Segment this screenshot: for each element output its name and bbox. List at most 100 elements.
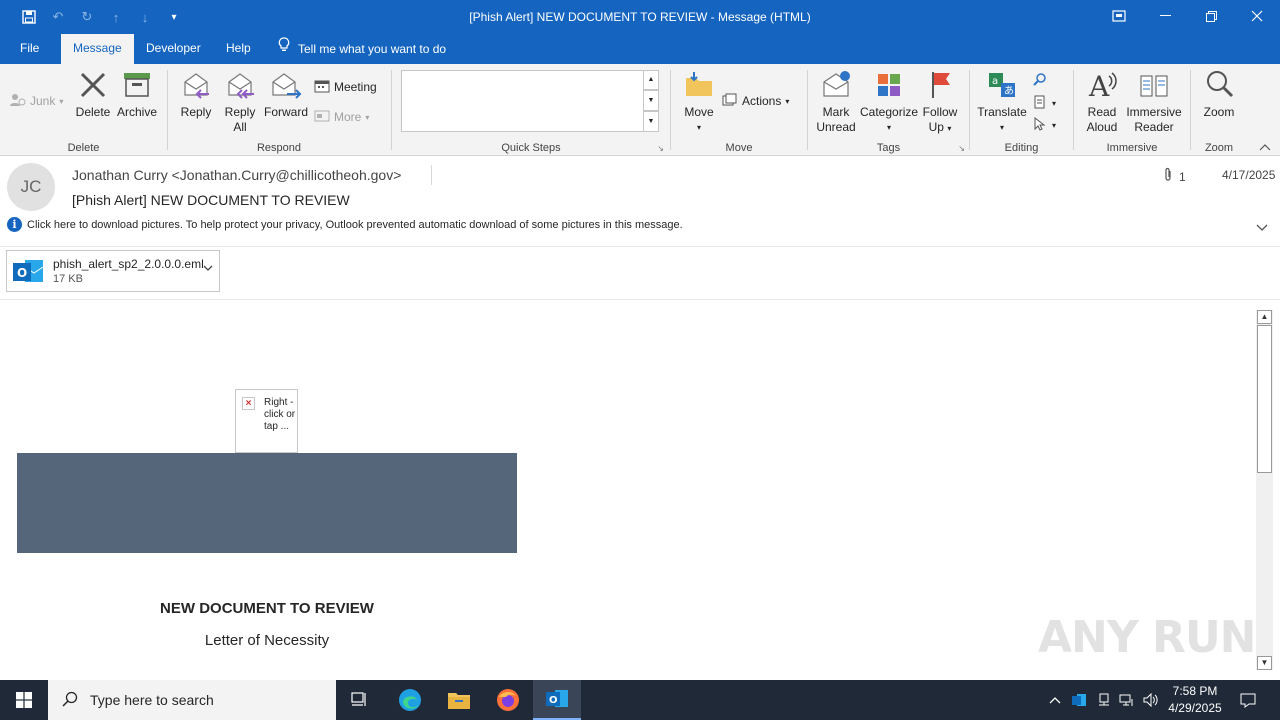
edge-icon[interactable] <box>386 680 434 720</box>
immersive-reader-label-1: Immersive <box>1126 105 1182 119</box>
sender-address[interactable]: Jonathan Curry <Jonathan.Curry@chillicot… <box>72 167 401 183</box>
more-respond-button[interactable]: More ▾ <box>314 106 369 128</box>
message-header: JC Jonathan Curry <Jonathan.Curry@chilli… <box>0 157 1280 247</box>
delete-icon <box>76 68 110 102</box>
actions-button[interactable]: Actions ▾ <box>722 90 789 112</box>
translate-button[interactable]: aあ Translate ▾ <box>976 68 1028 135</box>
blocked-image-placeholder[interactable]: × Right -click or tap ... <box>235 389 298 453</box>
window-title: [Phish Alert] NEW DOCUMENT TO REVIEW - M… <box>469 10 811 24</box>
taskbar-clock[interactable]: 7:58 PM 4/29/2025 <box>1162 683 1228 717</box>
more-label: More <box>334 110 362 124</box>
outlook-taskbar-icon[interactable]: O <box>533 680 581 720</box>
gallery-down-icon[interactable]: ▼ <box>643 90 659 111</box>
categorize-button[interactable]: Categorize ▾ <box>860 68 918 135</box>
group-tags: Mark Unread Categorize ▾ Follow Up ▾ Tag… <box>808 64 969 156</box>
undo-icon[interactable]: ↶ <box>46 6 70 28</box>
reply-all-button[interactable]: Reply All <box>220 68 260 135</box>
redo-icon[interactable]: ↻ <box>75 6 99 28</box>
forward-label: Forward <box>263 105 308 119</box>
task-view-icon[interactable] <box>336 680 384 720</box>
mark-unread-button[interactable]: Mark Unread <box>816 68 856 135</box>
reply-icon <box>179 68 213 102</box>
actions-icon <box>722 93 738 110</box>
zoom-button[interactable]: Zoom <box>1199 68 1239 120</box>
forward-button[interactable]: Forward <box>263 68 309 120</box>
save-icon[interactable] <box>17 6 41 28</box>
vertical-scrollbar[interactable]: ▲ ▼ <box>1256 310 1273 670</box>
next-item-icon[interactable]: ↓ <box>133 6 157 28</box>
find-icon <box>1032 72 1048 90</box>
tab-help[interactable]: Help <box>214 34 263 64</box>
lightbulb-icon <box>278 35 290 64</box>
firefox-icon[interactable] <box>484 680 532 720</box>
search-icon <box>62 691 78 710</box>
more-dropdown-icon: ▾ <box>365 112 370 122</box>
dialog-launcher-icon[interactable]: ↘ <box>657 144 664 153</box>
more-icon <box>314 109 330 126</box>
scroll-thumb[interactable] <box>1257 325 1272 473</box>
attachment-count: 1 <box>1163 167 1186 186</box>
ribbon-display-options-icon[interactable] <box>1096 0 1142 32</box>
dialog-launcher-icon[interactable]: ↘ <box>958 144 965 153</box>
customize-qat-icon[interactable]: ▾ <box>162 6 186 28</box>
move-dropdown-icon: ▾ <box>696 123 701 132</box>
notification-icon[interactable] <box>1236 680 1260 720</box>
file-explorer-icon[interactable] <box>435 680 483 720</box>
ribbon: Junk ▾ Delete Archive Delete Reply Reply… <box>0 64 1280 156</box>
windows-start-icon[interactable] <box>0 680 48 720</box>
paperclip-icon <box>1163 167 1173 186</box>
quick-steps-gallery[interactable] <box>401 70 651 132</box>
meeting-button[interactable]: Meeting <box>314 76 377 98</box>
junk-button[interactable]: Junk ▾ <box>10 90 63 112</box>
scroll-down-icon[interactable]: ▼ <box>1257 656 1272 670</box>
junk-label: Junk <box>30 94 56 108</box>
select-button[interactable]: ▾ <box>1032 114 1056 136</box>
outlook-tray-icon[interactable] <box>1068 680 1090 720</box>
tell-me-box[interactable]: Tell me what you want to do <box>278 34 446 64</box>
follow-up-button[interactable]: Follow Up ▾ <box>920 68 960 136</box>
gallery-up-icon[interactable]: ▲ <box>643 70 659 90</box>
show-hidden-icons-icon[interactable] <box>1046 680 1064 720</box>
move-button[interactable]: Move ▾ <box>679 68 719 135</box>
network-icon[interactable] <box>1116 680 1138 720</box>
categorize-label: Categorize <box>860 105 919 119</box>
expand-header-icon[interactable] <box>1256 221 1268 235</box>
immersive-reader-button[interactable]: Immersive Reader <box>1124 68 1184 135</box>
restore-icon[interactable] <box>1188 0 1234 32</box>
device-icon[interactable] <box>1093 680 1115 720</box>
info-bar[interactable]: i Click here to download pictures. To he… <box>7 217 683 232</box>
attachment-dropdown-icon[interactable] <box>203 263 213 275</box>
gallery-more-icon[interactable]: ▼ <box>643 111 659 132</box>
clock-date: 4/29/2025 <box>1168 701 1222 715</box>
group-label-move: Move <box>725 142 753 154</box>
reply-button[interactable]: Reply <box>176 68 216 120</box>
group-label-quick-steps: Quick Steps <box>501 142 561 154</box>
archive-button[interactable]: Archive <box>114 68 160 120</box>
group-delete: Junk ▾ Delete Archive Delete <box>0 64 167 156</box>
volume-icon[interactable] <box>1140 680 1162 720</box>
find-button[interactable] <box>1032 70 1048 92</box>
close-icon[interactable] <box>1234 0 1280 32</box>
previous-item-icon[interactable]: ↑ <box>104 6 128 28</box>
archive-icon <box>120 68 154 102</box>
related-button[interactable]: ▾ <box>1032 92 1056 114</box>
message-date: 4/17/2025 <box>1222 168 1276 182</box>
taskbar: Type here to search O 7:58 PM 4/29/2025 <box>0 680 1280 720</box>
read-aloud-label-2: Aloud <box>1086 120 1118 134</box>
tab-developer[interactable]: Developer <box>134 34 213 64</box>
collapse-ribbon-icon[interactable] <box>1259 142 1271 154</box>
delete-button[interactable]: Delete <box>74 68 112 120</box>
move-label: Move <box>684 105 714 119</box>
group-move: Move ▾ Actions ▾ Move <box>671 64 807 156</box>
taskbar-search[interactable]: Type here to search <box>48 680 336 720</box>
attachment-card[interactable]: O phish_alert_sp2_2.0.0.0.eml 17 KB <box>6 250 220 292</box>
meeting-label: Meeting <box>334 80 377 94</box>
categorize-icon <box>872 68 906 102</box>
clock-time: 7:58 PM <box>1172 684 1218 698</box>
minimize-icon[interactable] <box>1142 0 1188 32</box>
reply-label: Reply <box>180 105 212 119</box>
tab-message[interactable]: Message <box>61 34 134 64</box>
scroll-up-icon[interactable]: ▲ <box>1257 310 1272 324</box>
read-aloud-button[interactable]: A Read Aloud <box>1080 68 1124 135</box>
tab-file[interactable]: File <box>8 34 51 64</box>
